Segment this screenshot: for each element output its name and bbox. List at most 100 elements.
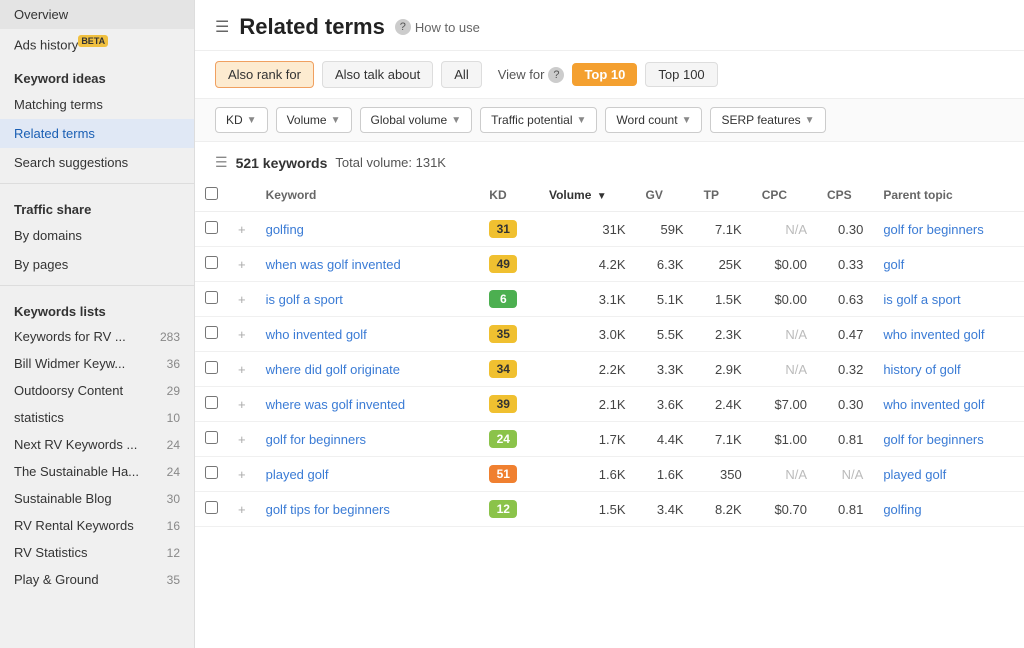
keyword-link-4[interactable]: where did golf originate (266, 362, 400, 377)
add-keyword-icon-8[interactable]: + (228, 492, 256, 527)
sidebar-item-related-terms[interactable]: Related terms (0, 119, 194, 148)
table-row: +golf for beginners241.7K4.4K7.1K$1.000.… (195, 422, 1024, 457)
list-item-label: statistics (14, 410, 64, 425)
add-keyword-icon-6[interactable]: + (228, 422, 256, 457)
tp-cell-4: 2.9K (694, 352, 752, 387)
tp-cell-8: 8.2K (694, 492, 752, 527)
also-talk-about-tab[interactable]: Also talk about (322, 61, 433, 88)
parent-topic-link-0[interactable]: golf for beginners (883, 222, 983, 237)
row-checkbox-1[interactable] (205, 256, 218, 269)
col-header-cps[interactable]: CPS (817, 179, 873, 212)
sidebar-list-item-kw-sustainable-ha[interactable]: The Sustainable Ha...24 (0, 458, 194, 485)
gv-cell-1: 6.3K (636, 247, 694, 282)
keyword-link-0[interactable]: golfing (266, 222, 304, 237)
filter-bar: Also rank for Also talk about All View f… (195, 51, 1024, 99)
volume-sort-arrow: ▼ (597, 191, 607, 202)
keyword-link-3[interactable]: who invented golf (266, 327, 367, 342)
sidebar-list-item-kw-rv-statistics[interactable]: RV Statistics12 (0, 539, 194, 566)
parent-topic-link-4[interactable]: history of golf (883, 362, 960, 377)
sidebar: OverviewAds historyBETA Keyword ideasMat… (0, 0, 195, 648)
sidebar-list-item-kw-play-ground[interactable]: Play & Ground35 (0, 566, 194, 593)
add-keyword-icon-5[interactable]: + (228, 387, 256, 422)
top-10-tab[interactable]: Top 10 (572, 63, 637, 86)
word-count-filter[interactable]: Word count ▼ (605, 107, 702, 133)
sidebar-list-item-kw-next-rv[interactable]: Next RV Keywords ...24 (0, 431, 194, 458)
sidebar-list-item-kw-sustainable-blog[interactable]: Sustainable Blog30 (0, 485, 194, 512)
col-header-tp[interactable]: TP (694, 179, 752, 212)
parent-topic-link-8[interactable]: golfing (883, 502, 921, 517)
row-checkbox-8[interactable] (205, 501, 218, 514)
cpc-cell-2: $0.00 (752, 282, 817, 317)
table-row: +golfing3131K59K7.1KN/A0.30golf for begi… (195, 212, 1024, 247)
select-all-checkbox[interactable] (205, 187, 218, 200)
row-checkbox-4[interactable] (205, 361, 218, 374)
hamburger-icon[interactable]: ☰ (215, 17, 229, 37)
parent-topic-link-3[interactable]: who invented golf (883, 327, 984, 342)
col-header-kd[interactable]: KD (479, 179, 539, 212)
add-keyword-icon-3[interactable]: + (228, 317, 256, 352)
sidebar-item-search-suggestions[interactable]: Search suggestions (0, 148, 194, 177)
sidebar-item-by-domains[interactable]: By domains (0, 221, 194, 250)
kd-filter[interactable]: KD ▼ (215, 107, 268, 133)
keyword-link-1[interactable]: when was golf invented (266, 257, 401, 272)
gv-cell-3: 5.5K (636, 317, 694, 352)
sidebar-item-ads-history[interactable]: Ads historyBETA (0, 29, 194, 59)
parent-topic-link-7[interactable]: played golf (883, 467, 946, 482)
global-volume-filter[interactable]: Global volume ▼ (360, 107, 473, 133)
col-header-cpc[interactable]: CPC (752, 179, 817, 212)
list-item-label: The Sustainable Ha... (14, 464, 139, 479)
sidebar-list-item-kw-bill[interactable]: Bill Widmer Keyw...36 (0, 350, 194, 377)
sidebar-item-matching-terms[interactable]: Matching terms (0, 90, 194, 119)
also-rank-for-tab[interactable]: Also rank for (215, 61, 314, 88)
sidebar-list-item-kw-rv-rental[interactable]: RV Rental Keywords16 (0, 512, 194, 539)
sidebar-list-item-kw-outdoorsy[interactable]: Outdoorsy Content29 (0, 377, 194, 404)
parent-topic-link-6[interactable]: golf for beginners (883, 432, 983, 447)
serp-features-filter[interactable]: SERP features ▼ (710, 107, 825, 133)
add-keyword-icon-7[interactable]: + (228, 457, 256, 492)
sidebar-list-item-kw-rv[interactable]: Keywords for RV ...283 (0, 323, 194, 350)
row-checkbox-0[interactable] (205, 221, 218, 234)
cpc-cell-1: $0.00 (752, 247, 817, 282)
row-checkbox-6[interactable] (205, 431, 218, 444)
col-header-keyword[interactable]: Keyword (256, 179, 480, 212)
add-keyword-icon-4[interactable]: + (228, 352, 256, 387)
tp-cell-7: 350 (694, 457, 752, 492)
row-checkbox-7[interactable] (205, 466, 218, 479)
parent-topic-link-1[interactable]: golf (883, 257, 904, 272)
parent-topic-link-5[interactable]: who invented golf (883, 397, 984, 412)
keyword-link-5[interactable]: where was golf invented (266, 397, 405, 412)
add-keyword-icon-2[interactable]: + (228, 282, 256, 317)
traffic-potential-filter[interactable]: Traffic potential ▼ (480, 107, 597, 133)
top-100-tab[interactable]: Top 100 (645, 62, 717, 87)
parent-topic-link-2[interactable]: is golf a sport (883, 292, 960, 307)
sidebar-item-overview[interactable]: Overview (0, 0, 194, 29)
table-header-row: Keyword KD Volume ▼ GV TP CPC CPS Parent… (195, 179, 1024, 212)
row-checkbox-3[interactable] (205, 326, 218, 339)
volume-cell-6: 1.7K (539, 422, 636, 457)
add-keyword-icon-0[interactable]: + (228, 212, 256, 247)
col-header-volume[interactable]: Volume ▼ (539, 179, 636, 212)
col-header-parent-topic[interactable]: Parent topic (873, 179, 1024, 212)
list-item-label: Bill Widmer Keyw... (14, 356, 125, 371)
sidebar-list-item-kw-statistics[interactable]: statistics10 (0, 404, 194, 431)
cps-cell-5: 0.30 (817, 387, 873, 422)
col-header-gv[interactable]: GV (636, 179, 694, 212)
tp-cell-2: 1.5K (694, 282, 752, 317)
tp-cell-3: 2.3K (694, 317, 752, 352)
cpc-cell-4: N/A (752, 352, 817, 387)
keyword-link-6[interactable]: golf for beginners (266, 432, 366, 447)
row-checkbox-2[interactable] (205, 291, 218, 304)
sidebar-item-by-pages[interactable]: By pages (0, 250, 194, 279)
keyword-link-7[interactable]: played golf (266, 467, 329, 482)
keyword-link-2[interactable]: is golf a sport (266, 292, 343, 307)
row-checkbox-5[interactable] (205, 396, 218, 409)
volume-filter[interactable]: Volume ▼ (276, 107, 352, 133)
keyword-link-8[interactable]: golf tips for beginners (266, 502, 390, 517)
add-keyword-icon-1[interactable]: + (228, 247, 256, 282)
help-link[interactable]: ? How to use (395, 19, 480, 35)
all-tab[interactable]: All (441, 61, 481, 88)
help-label: How to use (415, 20, 480, 35)
keyword-ideas-title: Keyword ideas (0, 59, 194, 90)
cps-cell-4: 0.32 (817, 352, 873, 387)
total-volume: Total volume: 131K (335, 155, 446, 170)
